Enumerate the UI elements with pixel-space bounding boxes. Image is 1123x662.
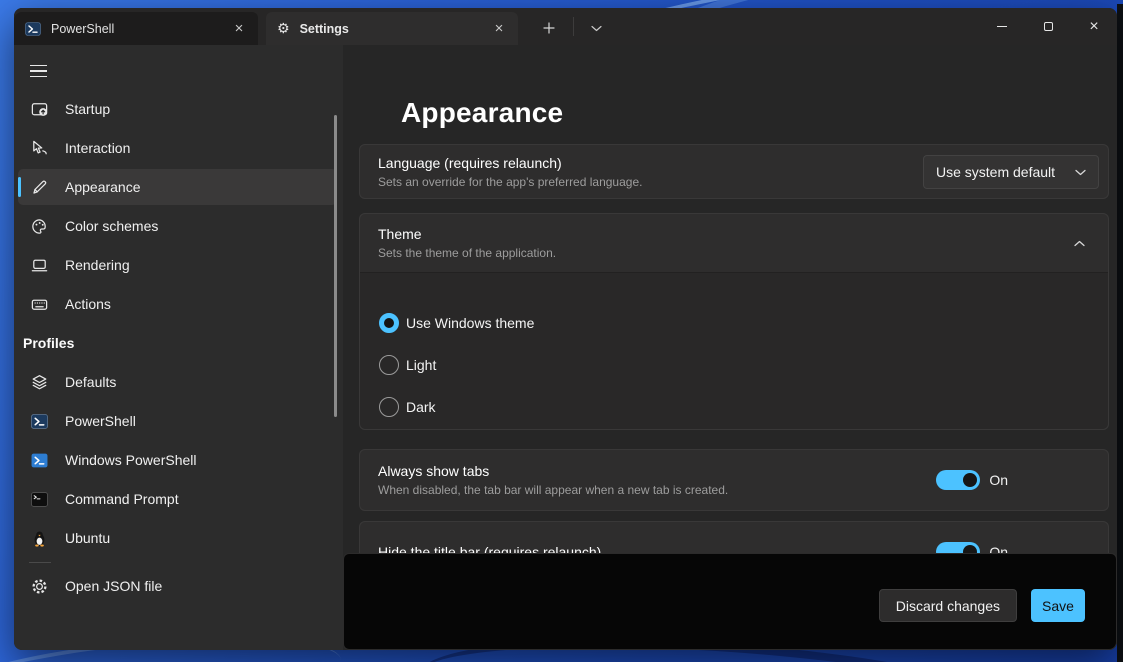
minimize-button[interactable] — [979, 8, 1025, 45]
radio-unselected-icon[interactable] — [379, 355, 399, 375]
rendering-icon — [30, 256, 49, 275]
plus-icon — [543, 22, 555, 34]
sidebar-item-label: Windows PowerShell — [65, 452, 197, 468]
sidebar-item-label: Color schemes — [65, 218, 158, 234]
hamburger-icon — [30, 70, 47, 72]
command-prompt-icon — [30, 490, 49, 509]
theme-setting-subtitle: Sets the theme of the application. — [378, 246, 1108, 260]
tab-label: Settings — [300, 22, 349, 36]
sidebar-item-ubuntu[interactable]: Ubuntu — [18, 520, 337, 556]
settings-gear-icon: ⚙ — [277, 22, 290, 36]
powershell-icon — [25, 21, 41, 37]
tab-powershell[interactable]: PowerShell × — [14, 12, 258, 45]
settings-sidebar: Startup Interaction Ap — [14, 45, 343, 650]
chevron-down-icon — [1075, 169, 1086, 176]
maximize-button[interactable] — [1025, 8, 1071, 45]
theme-option-light[interactable]: Light — [360, 344, 1108, 386]
windows-terminal-window: PowerShell × ⚙ Settings × × — [14, 8, 1117, 650]
interaction-icon — [30, 139, 49, 158]
toggle-state-label: On — [989, 472, 1008, 488]
titlebar[interactable]: PowerShell × ⚙ Settings × × — [14, 8, 1117, 45]
window-controls: × — [979, 8, 1117, 45]
sidebar-item-label: PowerShell — [65, 413, 136, 429]
tab-label: PowerShell — [51, 22, 114, 36]
language-dropdown[interactable]: Use system default — [923, 155, 1099, 189]
gear-icon — [30, 577, 49, 596]
startup-icon — [30, 100, 49, 119]
sidebar-divider — [29, 562, 51, 563]
sidebar-item-actions[interactable]: Actions — [18, 286, 337, 322]
appearance-icon — [30, 178, 49, 197]
language-setting-card: Language (requires relaunch) Sets an ove… — [359, 144, 1109, 199]
unsaved-changes-bar: Discard changes Save — [343, 553, 1117, 650]
close-button[interactable]: × — [1071, 8, 1117, 45]
minimize-icon — [997, 26, 1007, 27]
toggle-knob — [963, 473, 977, 487]
actions-icon — [30, 295, 49, 314]
sidebar-item-label: Open JSON file — [65, 578, 162, 594]
sidebar-item-label: Defaults — [65, 374, 116, 390]
sidebar-item-appearance[interactable]: Appearance — [18, 169, 337, 205]
sidebar-item-label: Startup — [65, 101, 110, 117]
theme-setting-card: Theme Sets the theme of the application.… — [359, 213, 1109, 430]
radio-selected-icon[interactable] — [379, 313, 399, 333]
sidebar-item-color-schemes[interactable]: Color schemes — [18, 208, 337, 244]
theme-options-panel: Use Windows theme Light Dark — [360, 272, 1108, 429]
sidebar-item-label: Command Prompt — [65, 491, 179, 507]
sidebar-item-label: Rendering — [65, 257, 130, 273]
save-button[interactable]: Save — [1031, 589, 1085, 622]
radio-label: Light — [406, 357, 436, 373]
sidebar-item-startup[interactable]: Startup — [18, 91, 337, 127]
radio-label: Use Windows theme — [406, 315, 534, 331]
ubuntu-icon — [30, 529, 49, 548]
defaults-icon — [30, 373, 49, 392]
sidebar-item-label: Interaction — [65, 140, 130, 156]
sidebar-item-windows-powershell[interactable]: Windows PowerShell — [18, 442, 337, 478]
sidebar-item-open-json-file[interactable]: Open JSON file — [18, 568, 337, 604]
theme-expander-header[interactable]: Theme Sets the theme of the application. — [360, 214, 1108, 271]
sidebar-item-label: Appearance — [65, 179, 141, 195]
hamburger-icon — [30, 65, 47, 67]
chevron-up-icon[interactable] — [1070, 234, 1088, 252]
sidebar-item-powershell[interactable]: PowerShell — [18, 403, 337, 439]
theme-setting-title: Theme — [378, 226, 1108, 242]
tab-dropdown-button[interactable] — [578, 16, 614, 40]
windows-powershell-icon — [30, 451, 49, 470]
sidebar-item-command-prompt[interactable]: Command Prompt — [18, 481, 337, 517]
tab-settings[interactable]: ⚙ Settings × — [266, 12, 518, 45]
screen-edge-strip — [1117, 4, 1123, 662]
tab-close-icon[interactable]: × — [230, 20, 248, 38]
sidebar-item-label: Actions — [65, 296, 111, 312]
powershell-icon — [30, 412, 49, 431]
sidebar-scrollbar[interactable] — [334, 115, 337, 417]
radio-unselected-icon[interactable] — [379, 397, 399, 417]
tabbar-divider — [573, 17, 574, 36]
maximize-icon — [1044, 22, 1053, 31]
sidebar-item-label: Ubuntu — [65, 530, 110, 546]
always-show-tabs-toggle[interactable] — [936, 470, 980, 490]
language-dropdown-value: Use system default — [936, 164, 1055, 180]
theme-option-dark[interactable]: Dark — [360, 386, 1108, 428]
profiles-section-header: Profiles — [18, 325, 337, 361]
tab-close-icon[interactable]: × — [490, 20, 508, 38]
sidebar-item-rendering[interactable]: Rendering — [18, 247, 337, 283]
page-title: Appearance — [401, 97, 563, 129]
radio-label: Dark — [406, 399, 436, 415]
theme-option-use-windows-theme[interactable]: Use Windows theme — [360, 302, 1108, 344]
settings-main-panel: Appearance Language (requires relaunch) … — [343, 45, 1117, 650]
discard-changes-button[interactable]: Discard changes — [879, 589, 1017, 622]
new-tab-button[interactable] — [532, 16, 566, 40]
chevron-down-icon — [591, 25, 602, 32]
color-schemes-icon — [30, 217, 49, 236]
hamburger-icon — [30, 76, 47, 78]
sidebar-item-interaction[interactable]: Interaction — [18, 130, 337, 166]
hamburger-menu-button[interactable] — [20, 55, 58, 87]
always-show-tabs-card: Always show tabs When disabled, the tab … — [359, 449, 1109, 511]
sidebar-item-defaults[interactable]: Defaults — [18, 364, 337, 400]
close-icon: × — [1089, 19, 1098, 35]
